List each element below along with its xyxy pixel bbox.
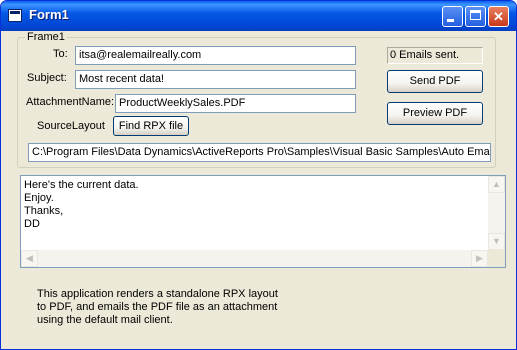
to-label: To: bbox=[53, 48, 68, 60]
window-title: Form1 bbox=[29, 7, 69, 22]
maximize-icon bbox=[470, 10, 481, 20]
emails-sent-status: 0 Emails sent. bbox=[387, 47, 483, 64]
scroll-down-icon[interactable]: ▼ bbox=[488, 233, 505, 250]
main-window: Form1 ✕ Frame1 To: itsa@realemailreally.… bbox=[0, 0, 517, 350]
to-field[interactable]: itsa@realemailreally.com bbox=[75, 46, 356, 65]
attachment-name-field[interactable]: ProductWeeklySales.PDF bbox=[115, 94, 356, 113]
horizontal-scrollbar[interactable]: ◀ ▶ bbox=[21, 250, 488, 267]
preview-pdf-button[interactable]: Preview PDF bbox=[387, 102, 483, 125]
description-text: This application renders a standalone RP… bbox=[37, 288, 278, 326]
scroll-up-icon[interactable]: ▲ bbox=[488, 176, 505, 193]
maximize-button[interactable] bbox=[465, 6, 486, 27]
title-bar[interactable]: Form1 ✕ bbox=[1, 1, 516, 31]
scroll-left-icon[interactable]: ◀ bbox=[21, 250, 38, 267]
scroll-right-icon[interactable]: ▶ bbox=[471, 250, 488, 267]
app-icon[interactable] bbox=[8, 9, 22, 22]
send-pdf-button[interactable]: Send PDF bbox=[387, 70, 483, 93]
close-icon: ✕ bbox=[493, 9, 504, 24]
rpx-path-field[interactable]: C:\Program Files\Data Dynamics\ActiveRep… bbox=[28, 143, 491, 162]
message-body-textarea[interactable]: Here's the current data. Enjoy. Thanks, … bbox=[20, 175, 506, 268]
attachment-name-label: AttachmentName: bbox=[26, 96, 115, 108]
minimize-button[interactable] bbox=[442, 6, 463, 27]
message-body-text: Here's the current data. Enjoy. Thanks, … bbox=[24, 179, 139, 230]
minimize-icon bbox=[447, 19, 454, 22]
scrollbar-corner bbox=[488, 250, 505, 267]
frame-legend: Frame1 bbox=[25, 31, 67, 43]
find-rpx-button[interactable]: Find RPX file bbox=[113, 116, 189, 136]
close-button[interactable]: ✕ bbox=[488, 6, 509, 27]
vertical-scrollbar[interactable]: ▲ ▼ bbox=[488, 176, 505, 250]
subject-field[interactable]: Most recent data! bbox=[75, 70, 356, 89]
subject-label: Subject: bbox=[27, 72, 67, 84]
source-layout-label: SourceLayout bbox=[37, 120, 105, 132]
